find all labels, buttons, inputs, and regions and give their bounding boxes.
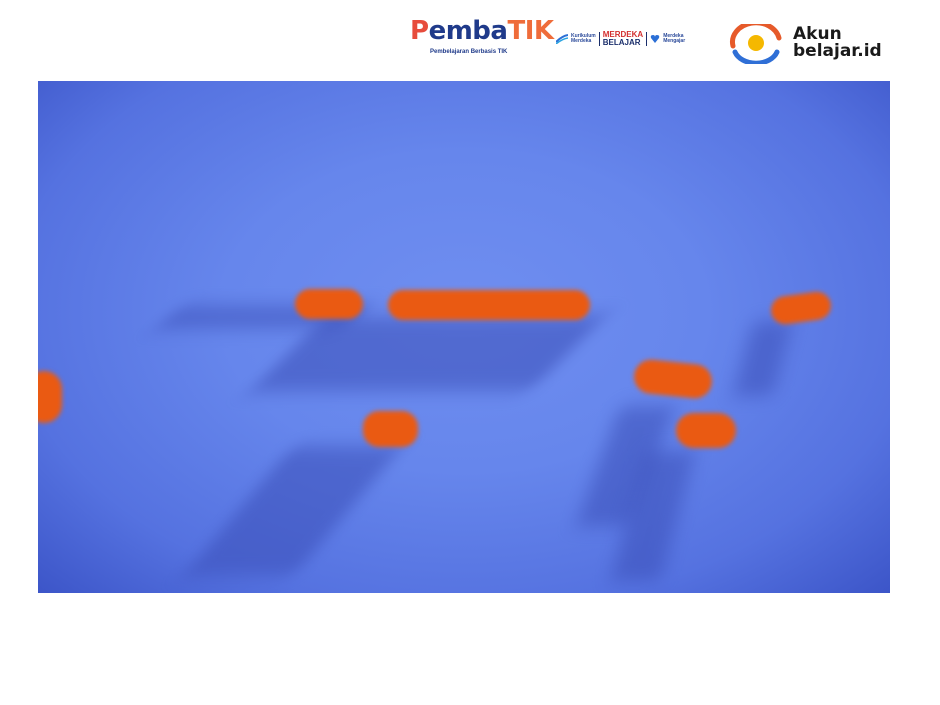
orange-blob xyxy=(769,289,833,327)
shape-shadow xyxy=(183,446,403,576)
pembatik-logo-p: P xyxy=(410,16,429,46)
divider xyxy=(646,32,648,46)
mengajar-line2: Mengajar xyxy=(663,38,686,44)
orange-blob xyxy=(363,411,418,447)
video-frame[interactable] xyxy=(38,81,890,593)
orange-blob xyxy=(632,358,714,400)
kurikulum-swoosh-icon xyxy=(556,34,568,44)
akun-belajar-icon xyxy=(730,24,782,64)
pembatik-logo-mid: emba xyxy=(428,16,508,46)
akun-line2: belajar.id xyxy=(793,41,882,61)
orange-blob xyxy=(295,289,363,319)
kurikulum-merdeka-logo: Kurikulum Merdeka MERDEKA BELAJAR Merdek… xyxy=(556,30,685,48)
shape-shadow xyxy=(732,321,794,396)
pembatik-logo: PembaTIK Pembelajaran Berbasis TIK xyxy=(410,16,554,60)
header: PembaTIK Pembelajaran Berbasis TIK Kurik… xyxy=(0,0,940,80)
pembatik-tagline: Pembelajaran Berbasis TIK xyxy=(430,49,508,55)
orange-bar xyxy=(388,290,590,320)
mengajar-heart-icon xyxy=(650,35,660,43)
divider xyxy=(598,32,600,46)
kurikulum-line2: Merdeka xyxy=(571,38,592,44)
orange-blob xyxy=(38,371,62,423)
pembatik-logo-tik: TIK xyxy=(507,16,554,46)
orange-blob xyxy=(676,413,736,448)
merdeka-bottom: BELAJAR xyxy=(602,38,641,47)
